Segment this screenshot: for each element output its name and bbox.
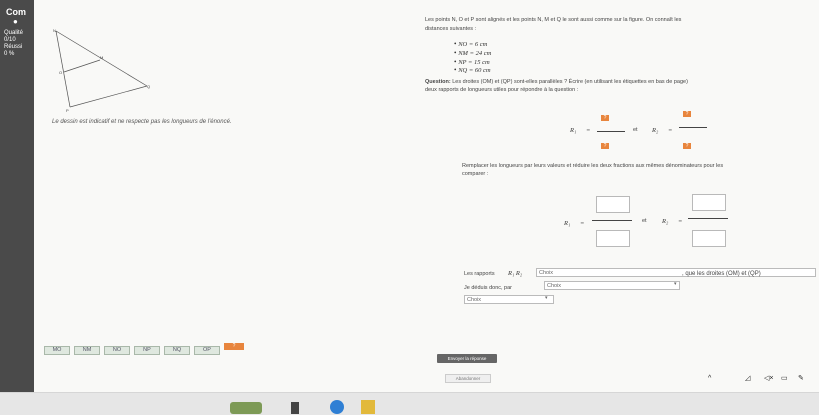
taskbar-folder-icon[interactable] xyxy=(361,400,375,414)
value-r1-numerator-input[interactable] xyxy=(596,196,630,213)
choice-select-1[interactable]: Choix xyxy=(536,268,816,277)
ratio-r2-equals: = xyxy=(668,127,673,134)
success-value: 0 % xyxy=(4,51,15,57)
tray-chevron-icon[interactable]: ^ xyxy=(708,375,711,382)
label-tag-nq[interactable]: NQ xyxy=(164,346,190,355)
send-answer-button[interactable]: Envoyer la réponse xyxy=(437,354,497,363)
label-tag-no[interactable]: NO xyxy=(104,346,130,355)
ratio-r1-fraction-bar xyxy=(597,131,625,132)
distance-NM: • NM = 24 cm xyxy=(454,49,492,57)
point-M-label: M xyxy=(100,55,103,60)
sidebar xyxy=(0,0,34,414)
statement-line2: distances suivantes : xyxy=(425,26,477,32)
value-et: et xyxy=(642,218,647,224)
question-line2: deux rapports de longueurs utiles pour r… xyxy=(425,87,579,93)
value-r2-denominator-input[interactable] xyxy=(692,230,726,247)
value-r1-fraction-bar xyxy=(592,220,632,221)
ratio-r2-numerator-slot[interactable]: ? xyxy=(683,111,691,117)
tray-wifi-icon[interactable]: ◿ xyxy=(745,374,750,382)
label-tag-op[interactable]: OP xyxy=(194,346,220,355)
conclusion-line2-prefix: Je déduis donc, par xyxy=(464,285,513,291)
abandon-button[interactable]: Abandonner xyxy=(445,374,491,383)
tray-volume-icon[interactable]: ◁× xyxy=(764,374,773,382)
point-Q-label: Q xyxy=(147,84,150,89)
ratio-r2-fraction-bar xyxy=(679,127,707,128)
distance-NP: • NP = 15 cm xyxy=(454,58,490,66)
value-r2-fraction-bar xyxy=(688,218,728,219)
ratio-r1-denominator-slot[interactable]: ? xyxy=(601,143,609,149)
conclusion-line2-suffix: , que les droites (OM) et (QP) xyxy=(682,271,761,277)
label-tag-nm[interactable]: NM xyxy=(74,346,100,355)
tray-battery-icon[interactable]: ▭ xyxy=(781,374,788,382)
question-text: Question: Les droites (OM) et (QP) sont-… xyxy=(425,79,810,85)
quality-label: Qualité xyxy=(4,30,24,36)
success-label: Réussi xyxy=(4,44,23,50)
question-label: Question: xyxy=(425,79,451,85)
replace-line2: comparer : xyxy=(462,171,489,177)
label-tag-np[interactable]: NP xyxy=(134,346,160,355)
choice-select-3[interactable]: Choix xyxy=(464,295,554,304)
sidebar-title: Com xyxy=(6,7,26,17)
replace-line1: Remplacer les longueurs par leurs valeur… xyxy=(462,163,724,169)
taskbar xyxy=(0,392,819,415)
ratio-r2-label: R₂ xyxy=(652,127,659,134)
choice-select-2-arrow-icon[interactable]: ▾ xyxy=(674,281,677,287)
distance-NO: • NO = 6 cm xyxy=(454,40,488,48)
ratio-r2-denominator-slot[interactable]: ? xyxy=(683,143,691,149)
choice-select-2[interactable]: Choix xyxy=(544,281,680,290)
value-r1-equals: = xyxy=(580,220,585,227)
taskbar-game-icon[interactable] xyxy=(230,402,262,414)
value-r2-numerator-input[interactable] xyxy=(692,194,726,211)
distance-NQ: • NQ = 60 cm xyxy=(454,66,491,74)
point-N-label: N xyxy=(53,28,56,33)
taskbar-terminal-icon[interactable] xyxy=(291,402,299,414)
value-r1-label: R₁ xyxy=(564,220,571,227)
value-r2-equals: = xyxy=(678,218,683,225)
conclusion-line1-math: R₁ R₂ xyxy=(508,270,523,277)
label-tag-placeholder[interactable]: ? xyxy=(224,343,244,350)
ratio-r1-numerator-slot[interactable]: ? xyxy=(601,115,609,121)
sidebar-user-icon: ● xyxy=(13,17,18,26)
ratio-r1-equals: = xyxy=(586,127,591,134)
question-body: Les droites (OM) et (QP) sont-elles para… xyxy=(452,79,688,85)
ratio-et: et xyxy=(633,127,638,133)
statement-line1: Les points N, O et P sont alignés et les… xyxy=(425,17,682,23)
figure-disclaimer: Le dessin est indicatif et ne respecte p… xyxy=(52,119,232,125)
taskbar-edge-icon[interactable] xyxy=(330,400,344,414)
conclusion-line1-prefix: Les rapports xyxy=(464,271,495,277)
value-r2-label: R₂ xyxy=(662,218,669,225)
value-r1-denominator-input[interactable] xyxy=(596,230,630,247)
label-tag-mo[interactable]: MO xyxy=(44,346,70,355)
point-P-label: P xyxy=(66,108,69,113)
quality-value: 0/10 xyxy=(4,37,16,43)
geometry-figure: N O P M Q xyxy=(53,28,150,113)
point-O-label: O xyxy=(59,70,62,75)
choice-select-3-arrow-icon[interactable]: ▾ xyxy=(545,295,548,301)
tray-pen-icon[interactable]: ✎ xyxy=(798,374,804,382)
ratio-r1-label: R₁ xyxy=(570,127,577,134)
